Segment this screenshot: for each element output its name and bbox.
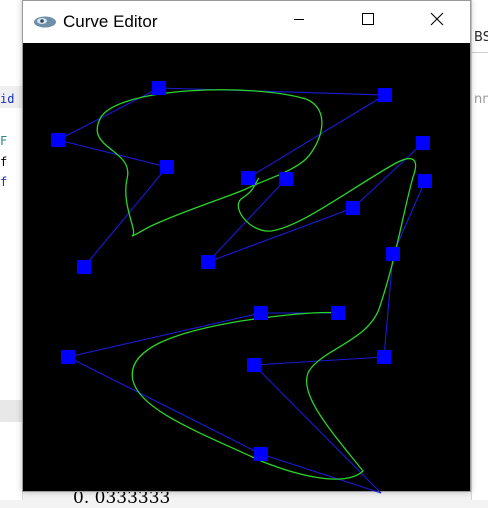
control-point-handle[interactable] <box>418 174 432 188</box>
control-polygon-segment <box>207 207 354 263</box>
control-point-handle[interactable] <box>386 247 400 261</box>
control-point-handle[interactable] <box>279 172 293 186</box>
control-point-handle[interactable] <box>416 136 430 150</box>
control-point-handle[interactable] <box>51 133 65 147</box>
control-point-handle[interactable] <box>377 350 391 364</box>
control-polygon-segment <box>83 166 168 268</box>
control-point-handle[interactable] <box>152 81 166 95</box>
control-polygon-segment <box>247 94 386 179</box>
control-polygon-segment <box>57 139 168 168</box>
curve-canvas[interactable] <box>23 43 470 494</box>
control-point-handle[interactable] <box>346 201 360 215</box>
control-point-handle[interactable] <box>331 306 345 320</box>
control-polygon <box>57 87 426 494</box>
curve-drawing[interactable] <box>1 1 488 501</box>
control-polygon-segment <box>57 87 160 141</box>
curve-editor-window[interactable]: Curve Editor <box>22 0 471 494</box>
control-polygon-segment <box>383 253 394 358</box>
control-point-handle[interactable] <box>254 447 268 461</box>
control-polygon-segment <box>352 142 424 209</box>
control-polygon-segment <box>158 87 386 96</box>
control-point-handle[interactable] <box>160 160 174 174</box>
control-point-handle[interactable] <box>378 88 392 102</box>
control-point-handle[interactable] <box>247 358 261 372</box>
control-point-handle[interactable] <box>61 350 75 364</box>
control-polygon-segment <box>67 356 262 455</box>
control-polygon-segment <box>207 178 287 263</box>
control-point-handle[interactable] <box>241 171 255 185</box>
control-polygon-segment <box>253 364 382 494</box>
control-point-handle[interactable] <box>254 306 268 320</box>
control-polygon-segment <box>67 312 262 358</box>
bezier-curve[interactable] <box>96 89 417 480</box>
control-point-handle[interactable] <box>201 255 215 269</box>
control-points[interactable] <box>51 81 432 461</box>
control-polygon-segment <box>260 453 382 494</box>
control-point-handle[interactable] <box>77 260 91 274</box>
